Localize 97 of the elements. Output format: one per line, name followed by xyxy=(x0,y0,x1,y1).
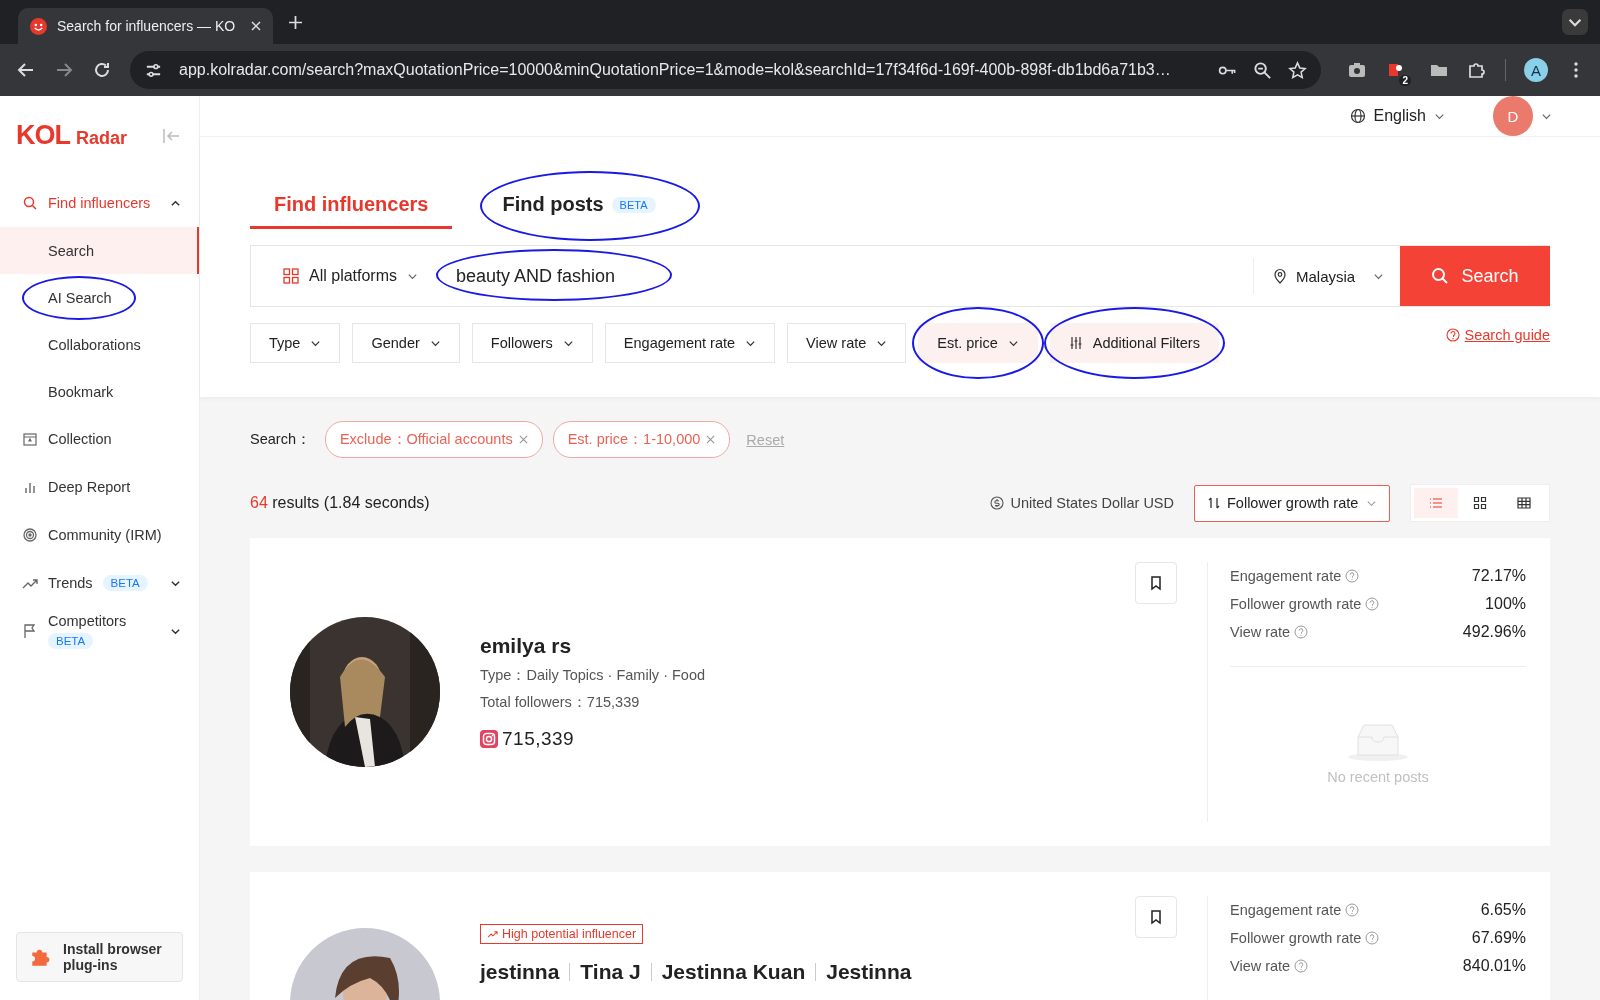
no-posts-text: No recent posts xyxy=(1327,769,1429,785)
beta-badge: BETA xyxy=(611,196,656,213)
bookmark-icon xyxy=(1148,575,1164,591)
influencer-name[interactable]: jestinna xyxy=(480,960,560,984)
search-input[interactable]: beauty AND fashion xyxy=(426,264,1253,288)
help-icon xyxy=(1445,328,1460,342)
grid-icon xyxy=(283,268,299,284)
results-summary: 64 results (1.84 seconds) xyxy=(250,494,430,512)
profile-avatar[interactable]: A xyxy=(1524,58,1548,82)
globe-icon xyxy=(1349,108,1366,124)
filter-dropdown[interactable]: Followers xyxy=(471,323,593,363)
sort-icon xyxy=(1207,496,1221,510)
address-bar[interactable]: app.kolradar.com/search?maxQuotationPrice=10000&minQuotationPrice=1&mode=kol&searchId=17f34f6d-169f-400b-898f-db1bd6a71b3… xyxy=(130,51,1322,89)
metric-value: 6.65% xyxy=(1480,901,1526,919)
nav-item[interactable]: Competitors BETA xyxy=(0,607,199,655)
filter-dropdown[interactable]: Engagement rate xyxy=(604,323,776,363)
nav-subitem[interactable]: Bookmark xyxy=(0,368,199,415)
filter-dropdown[interactable]: Type xyxy=(250,323,341,363)
grid-icon xyxy=(1473,496,1487,510)
influencer-name[interactable]: emilya rs xyxy=(480,634,572,658)
dollar-icon xyxy=(990,496,1005,510)
list-icon xyxy=(1429,496,1443,510)
tab-title: Search for influencers — KO xyxy=(57,18,236,34)
nav-subitem[interactable]: Collaborations xyxy=(0,321,199,368)
metric-label: View rate xyxy=(1230,624,1291,640)
sliders-icon xyxy=(1068,336,1083,350)
pin-icon xyxy=(1272,268,1288,284)
bookmark-button[interactable] xyxy=(1135,562,1177,604)
search-icon xyxy=(22,195,38,211)
filter-dropdown[interactable]: Est. price xyxy=(918,323,1038,363)
instagram-icon[interactable] xyxy=(480,730,498,748)
nav-label: Competitors xyxy=(48,613,127,629)
influencer-name[interactable]: Jestinna xyxy=(826,960,912,984)
nav-label: Trends xyxy=(48,575,93,591)
sort-dropdown[interactable]: Follower growth rate xyxy=(1194,484,1390,522)
url-text: app.kolradar.com/search?maxQuotationPrice=10000&minQuotationPrice=1&mode=kol&searchId=17f34f6d-169f-400b-898f-db1bd6a71b3… xyxy=(179,61,1172,79)
platform-dropdown[interactable]: All platforms xyxy=(251,267,427,285)
nav-item[interactable]: Trends BETA xyxy=(0,559,199,607)
nav-label: Community (IRM) xyxy=(48,527,162,543)
extension-badge: 2 xyxy=(1399,75,1411,86)
browser-tab[interactable]: Search for influencers — KO xyxy=(18,8,274,44)
follower-count: 715,339 xyxy=(502,728,575,750)
type-text: Type：Daily Topics · Family · Food xyxy=(480,666,706,685)
zoom-icon[interactable] xyxy=(1253,60,1273,80)
bookmark-button[interactable] xyxy=(1135,896,1177,938)
applied-filters-label: Search： xyxy=(250,430,311,449)
metric-label: Engagement rate xyxy=(1230,568,1342,584)
followers-text: Total followers：715,339 xyxy=(480,693,641,712)
tab-search-icon[interactable] xyxy=(1562,9,1588,35)
empty-tray-icon xyxy=(1346,721,1410,761)
install-plugin-button[interactable]: Install browser plug-ins xyxy=(16,932,183,982)
reload-icon[interactable] xyxy=(92,60,112,80)
star-icon[interactable] xyxy=(1288,60,1308,80)
metric-value: 67.69% xyxy=(1471,929,1526,947)
nav-item[interactable]: Deep Report xyxy=(0,463,199,511)
tab[interactable]: Find influencers xyxy=(250,185,453,229)
currency-selector[interactable]: United States Dollar USD xyxy=(990,495,1174,511)
community-icon xyxy=(22,527,38,543)
influencer-tag: High potential influencer xyxy=(480,924,644,944)
puzzle-icon[interactable] xyxy=(1467,60,1487,80)
metric-label: View rate xyxy=(1230,958,1291,974)
filter-dropdown[interactable]: View rate xyxy=(787,323,907,363)
search-button[interactable]: Search xyxy=(1400,246,1550,306)
filter-dropdown[interactable]: Additional Filters xyxy=(1049,323,1219,363)
search-guide-link[interactable]: Search guide xyxy=(1445,327,1550,343)
metric-label: Engagement rate xyxy=(1230,902,1342,918)
nav-label: Collection xyxy=(48,431,112,447)
metric-value: 840.01% xyxy=(1462,957,1526,975)
new-tab-icon[interactable] xyxy=(289,15,303,29)
filter-dropdown[interactable]: Gender xyxy=(352,323,460,363)
influencer-name[interactable]: Jestinna Kuan xyxy=(661,960,806,984)
nav-subitem[interactable]: AI Search xyxy=(0,274,199,321)
metric-label: Follower growth rate xyxy=(1230,596,1362,612)
nav-subitem[interactable]: Search xyxy=(0,227,199,274)
metric-value: 492.96% xyxy=(1462,623,1526,641)
influencer-name[interactable]: Tina J xyxy=(580,960,641,984)
nav-item[interactable]: Collection xyxy=(0,415,199,463)
metric-value: 72.17% xyxy=(1471,567,1526,585)
trend-icon xyxy=(487,928,498,940)
bookmark-icon xyxy=(1148,909,1164,925)
flag-icon xyxy=(22,623,38,639)
beta-badge: BETA xyxy=(48,633,94,649)
language-selector[interactable]: English xyxy=(1349,107,1445,125)
nav-item[interactable]: Community (IRM) xyxy=(0,511,199,559)
smiley-icon xyxy=(30,17,47,35)
nav-label: Find influencers xyxy=(48,195,151,211)
collection-icon xyxy=(22,431,38,447)
beta-badge: BETA xyxy=(102,575,148,591)
metric-value: 100% xyxy=(1485,595,1526,613)
logo[interactable]: KOL Radar xyxy=(16,120,128,151)
camera-icon[interactable] xyxy=(1347,60,1368,80)
metric-label: Follower growth rate xyxy=(1230,930,1362,946)
tab[interactable]: Find posts BETA xyxy=(478,185,680,229)
nav-item[interactable]: Find influencers xyxy=(0,179,199,227)
nav-label: Deep Report xyxy=(48,479,131,495)
search-icon xyxy=(1431,267,1450,285)
table-icon xyxy=(1517,496,1531,510)
